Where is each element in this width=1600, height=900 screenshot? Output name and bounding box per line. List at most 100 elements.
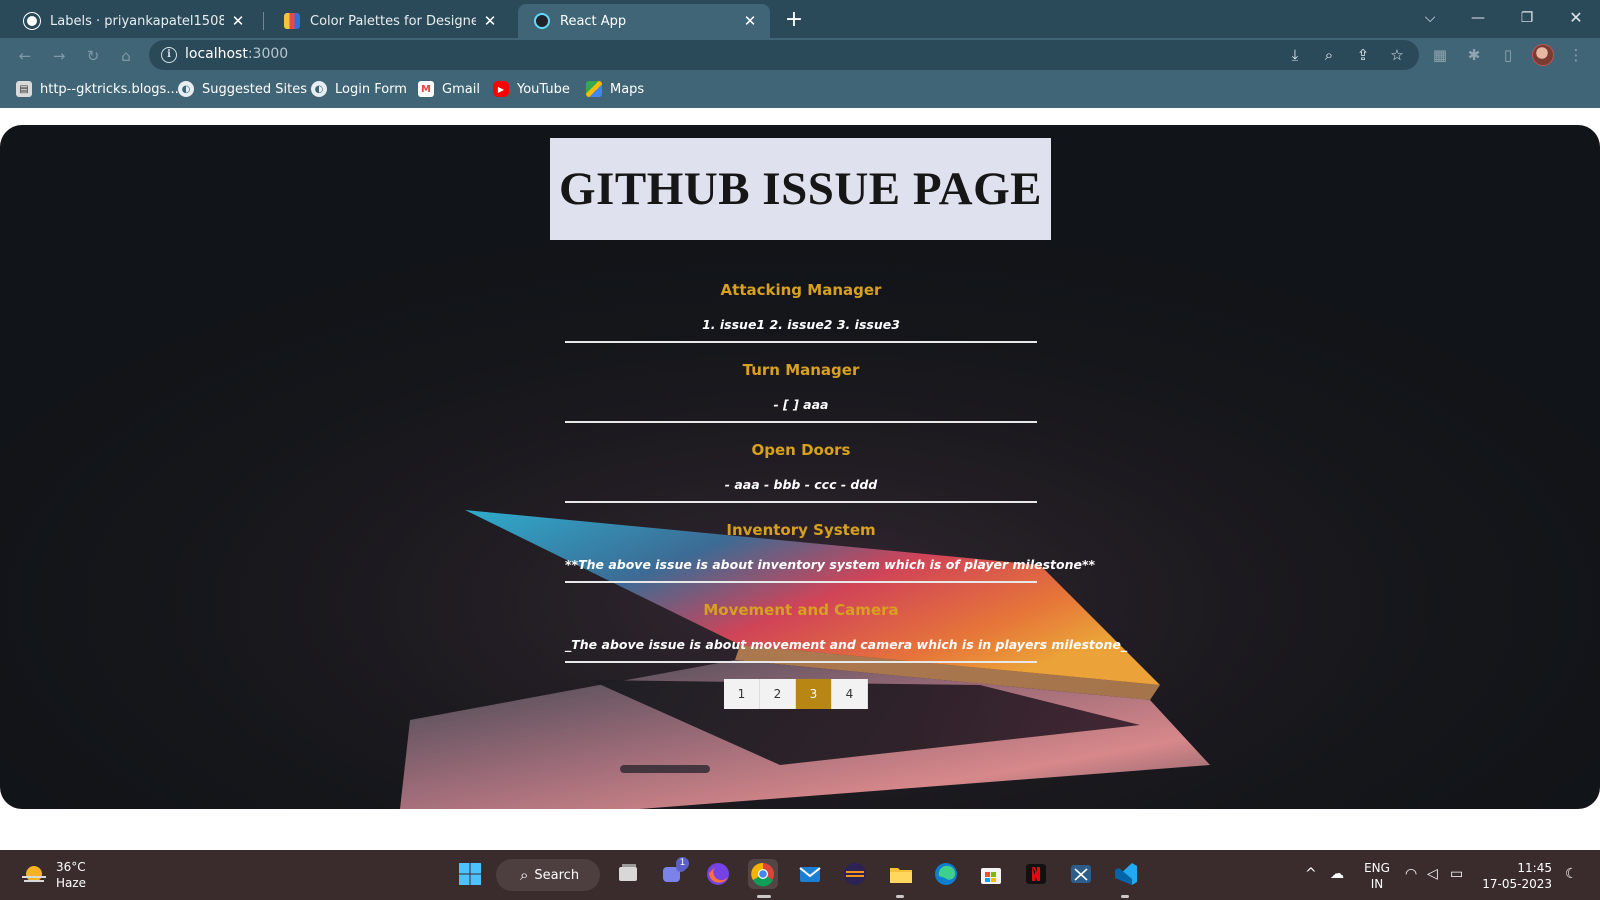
issue-title: Movement and Camera bbox=[703, 601, 899, 619]
issue-body: - [ ] aaa bbox=[773, 397, 829, 412]
close-icon[interactable]: ✕ bbox=[742, 12, 758, 30]
file-explorer-icon[interactable] bbox=[886, 859, 916, 889]
install-app-icon[interactable]: ⤓ bbox=[1285, 46, 1305, 64]
close-icon[interactable]: ✕ bbox=[230, 12, 246, 30]
tab-react-app[interactable]: React App ✕ bbox=[518, 4, 770, 38]
bookmark-label: Maps bbox=[610, 81, 645, 97]
issue-title: Inventory System bbox=[726, 521, 876, 539]
language-indicator[interactable]: ENG IN bbox=[1360, 860, 1394, 892]
page-button-4[interactable]: 4 bbox=[832, 679, 868, 709]
region-code: IN bbox=[1370, 877, 1384, 891]
bookmarks-bar: ▤ http--gktricks.blogs... ◐ Suggested Si… bbox=[0, 72, 1600, 108]
home-button[interactable]: ⌂ bbox=[115, 45, 137, 67]
bookmark-gmail[interactable]: M Gmail bbox=[418, 81, 480, 97]
issue-title: Open Doors bbox=[751, 441, 851, 459]
address-bar[interactable]: i localhost:3000 ⤓ ⌕ ⇪ ☆ bbox=[149, 40, 1419, 70]
browser-toolbar: ← → ↻ ⌂ i localhost:3000 ⤓ ⌕ ⇪ ☆ ▦ ✱ ▯ ⋮ bbox=[0, 38, 1600, 72]
eclipse-icon[interactable] bbox=[840, 859, 870, 889]
language-code: ENG bbox=[1364, 861, 1390, 875]
issue-title: Attacking Manager bbox=[720, 281, 882, 299]
new-tab-button[interactable]: + bbox=[780, 7, 808, 35]
issue-card: Movement and Camera _The above issue is … bbox=[565, 583, 1127, 663]
battery-icon[interactable]: ▭ bbox=[1450, 866, 1463, 882]
weather-condition: Haze bbox=[56, 876, 87, 890]
taskbar-search[interactable]: ⌕ Search bbox=[496, 859, 600, 891]
zoom-icon[interactable]: ⌕ bbox=[1319, 46, 1339, 64]
globe-icon: ◐ bbox=[311, 81, 327, 97]
chat-badge: 1 bbox=[676, 857, 689, 870]
microsoft-store-icon[interactable] bbox=[976, 859, 1006, 889]
youtube-icon: ▶ bbox=[493, 81, 509, 97]
extension-icon[interactable]: ▦ bbox=[1430, 46, 1450, 64]
issue-body: **The above issue is about inventory sys… bbox=[565, 557, 1096, 572]
url-text[interactable]: localhost:3000 bbox=[185, 46, 288, 62]
close-icon[interactable]: ✕ bbox=[482, 12, 498, 30]
bookmark-maps[interactable]: Maps bbox=[586, 81, 644, 97]
open-app-indicator bbox=[896, 895, 904, 898]
issue-card: Attacking Manager 1. issue1 2. issue2 3.… bbox=[565, 263, 1037, 343]
bookmark-gktricks[interactable]: ▤ http--gktricks.blogs... bbox=[16, 81, 179, 97]
mail-icon[interactable] bbox=[795, 859, 825, 889]
side-panel-icon[interactable]: ▯ bbox=[1498, 46, 1518, 64]
windows-start-icon[interactable] bbox=[455, 859, 485, 889]
browser-tab-bar: Labels · priyankapatel1508/Priyan ✕ Colo… bbox=[0, 0, 1600, 38]
haze-sun-icon bbox=[22, 866, 46, 882]
clock-time: 11:45 bbox=[1517, 861, 1552, 875]
color-palette-icon bbox=[284, 13, 300, 29]
back-button[interactable]: ← bbox=[14, 45, 36, 67]
search-label: Search bbox=[534, 867, 580, 883]
menu-icon[interactable]: ⋮ bbox=[1566, 46, 1586, 64]
extensions-puzzle-icon[interactable]: ✱ bbox=[1464, 46, 1484, 64]
focus-moon-icon[interactable]: ☾ bbox=[1565, 866, 1578, 882]
gmail-icon: M bbox=[418, 81, 434, 97]
netflix-icon[interactable] bbox=[1021, 859, 1051, 889]
bookmark-label: Login Form bbox=[335, 81, 407, 97]
tab-title: Color Palettes for Designers and bbox=[310, 13, 476, 29]
share-icon[interactable]: ⇪ bbox=[1353, 46, 1373, 64]
vscode-icon[interactable] bbox=[1111, 859, 1141, 889]
show-hidden-icons-chevron-icon[interactable]: ^ bbox=[1305, 866, 1317, 882]
bookmark-star-icon[interactable]: ☆ bbox=[1387, 46, 1407, 64]
firefox-icon[interactable] bbox=[703, 859, 733, 889]
page-button-3[interactable]: 3 bbox=[796, 679, 832, 709]
profile-avatar[interactable] bbox=[1532, 44, 1554, 66]
github-icon bbox=[24, 13, 40, 29]
task-view-icon[interactable] bbox=[613, 859, 643, 889]
page-button-2[interactable]: 2 bbox=[760, 679, 796, 709]
restore-button[interactable]: ❐ bbox=[1507, 4, 1547, 32]
chrome-icon[interactable] bbox=[748, 859, 778, 889]
clock[interactable]: 11:45 17-05-2023 bbox=[1482, 860, 1552, 892]
snipping-tool-icon[interactable] bbox=[1066, 859, 1096, 889]
wifi-icon[interactable]: ◠ bbox=[1405, 866, 1417, 882]
react-icon bbox=[534, 13, 550, 29]
maps-icon bbox=[586, 81, 602, 97]
reload-button[interactable]: ↻ bbox=[82, 45, 104, 67]
page-viewport: GITHUB ISSUE PAGE Attacking Manager 1. i… bbox=[0, 108, 1600, 850]
volume-icon[interactable]: ◁ bbox=[1427, 866, 1438, 882]
forward-button[interactable]: → bbox=[48, 45, 70, 67]
tab-color-palettes[interactable]: Color Palettes for Designers and ✕ bbox=[268, 4, 510, 38]
bookmark-suggested-sites[interactable]: ◐ Suggested Sites bbox=[178, 81, 307, 97]
pagination: 1 2 3 4 bbox=[724, 679, 868, 709]
edge-icon[interactable] bbox=[931, 859, 961, 889]
window-close-button[interactable]: ✕ bbox=[1556, 4, 1596, 32]
site-info-icon[interactable]: i bbox=[161, 47, 177, 63]
tab-github-labels[interactable]: Labels · priyankapatel1508/Priyan ✕ bbox=[8, 4, 258, 38]
minimize-button[interactable]: — bbox=[1458, 4, 1498, 32]
search-icon: ⌕ bbox=[520, 866, 529, 884]
tab-title: React App bbox=[560, 13, 627, 29]
issue-title: Turn Manager bbox=[742, 361, 860, 379]
weather-widget[interactable]: 36°C Haze bbox=[20, 859, 86, 891]
issue-card: Inventory System **The above issue is ab… bbox=[565, 503, 1096, 583]
globe-icon: ◐ bbox=[178, 81, 194, 97]
bookmark-youtube[interactable]: ▶ YouTube bbox=[493, 81, 570, 97]
issue-body: - aaa - bbb - ccc - ddd bbox=[724, 477, 878, 492]
page-button-1[interactable]: 1 bbox=[724, 679, 760, 709]
tab-title: Labels · priyankapatel1508/Priyan bbox=[50, 13, 224, 29]
bookmark-label: Suggested Sites bbox=[202, 81, 307, 97]
tab-search-chevron-icon[interactable]: ⌵ bbox=[1410, 4, 1450, 32]
bookmark-login-form[interactable]: ◐ Login Form bbox=[311, 81, 407, 97]
issue-card: Turn Manager - [ ] aaa bbox=[565, 343, 1037, 423]
windows-taskbar: 36°C Haze ⌕ Search 1 ^ ☁ ENG IN ◠ ◁ ▭ 11… bbox=[0, 850, 1600, 900]
onedrive-icon[interactable]: ☁ bbox=[1330, 866, 1344, 882]
